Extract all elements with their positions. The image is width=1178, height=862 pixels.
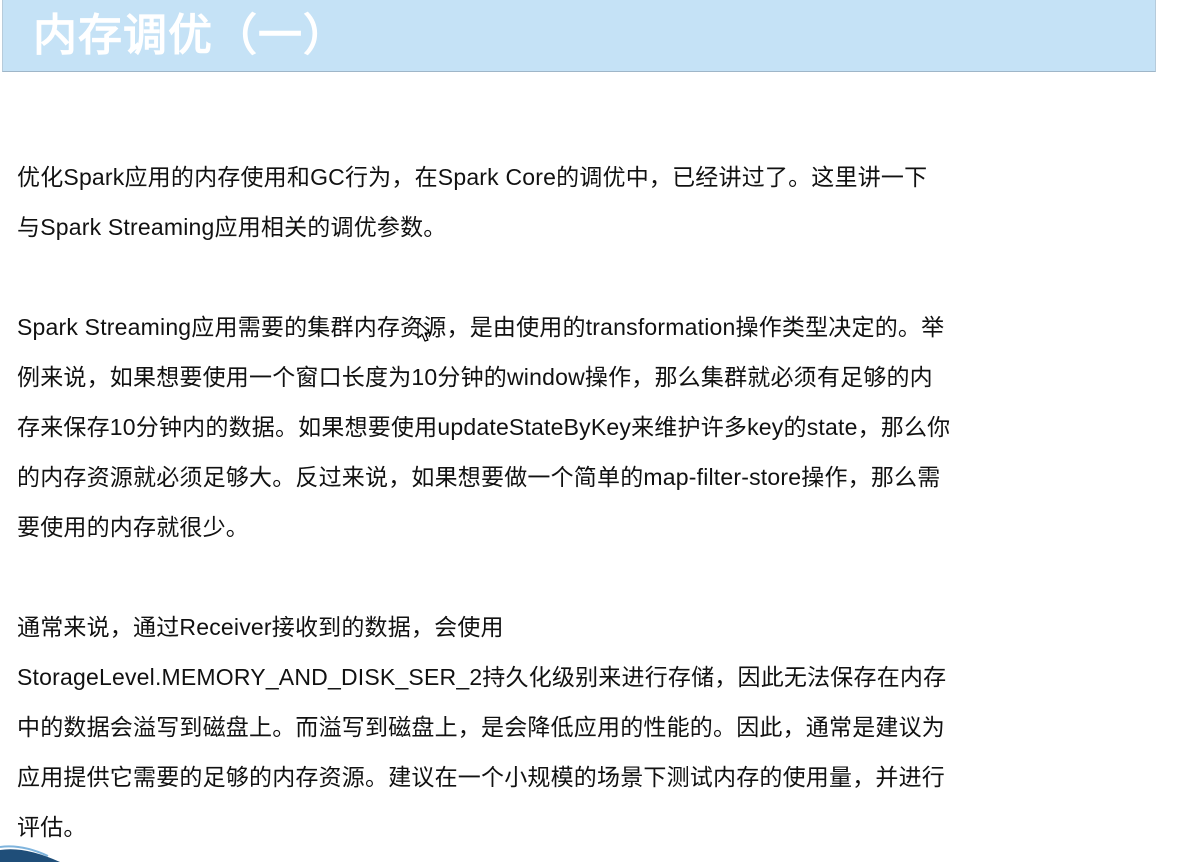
paragraph-line: 要使用的内存就很少。 xyxy=(17,514,249,540)
corner-swoosh-decoration xyxy=(0,845,60,862)
paragraph-line: 的内存资源就必须足够大。反过来说，如果想要做一个简单的map-filter-st… xyxy=(17,464,941,490)
paragraph-line: Spark Streaming应用需要的集群内存资源，是由使用的transfor… xyxy=(17,314,945,340)
paragraph-storage-level: 通常来说，通过Receiver接收到的数据，会使用 StorageLevel.M… xyxy=(17,602,1152,852)
paragraph-line: StorageLevel.MEMORY_AND_DISK_SER_2持久化级别来… xyxy=(17,664,947,690)
paragraph-line: 存来保存10分钟内的数据。如果想要使用updateStateByKey来维护许多… xyxy=(17,414,951,440)
mouse-pointer-icon xyxy=(417,321,431,342)
paragraph-intro: 优化Spark应用的内存使用和GC行为，在Spark Core的调优中，已经讲过… xyxy=(17,152,1152,252)
paragraph-line: 例来说，如果想要使用一个窗口长度为10分钟的window操作，那么集群就必须有足… xyxy=(17,364,933,390)
paragraph-line: 与Spark Streaming应用相关的调优参数。 xyxy=(17,214,447,240)
slide-title-bar: 内存调优（一） xyxy=(2,0,1156,72)
paragraph-line: 优化Spark应用的内存使用和GC行为，在Spark Core的调优中，已经讲过… xyxy=(17,164,928,190)
paragraph-line: 应用提供它需要的足够的内存资源。建议在一个小规模的场景下测试内存的使用量，并进行 xyxy=(17,764,945,790)
slide-page: 内存调优（一） 优化Spark应用的内存使用和GC行为，在Spark Core的… xyxy=(0,0,1178,862)
paragraph-line: 中的数据会溢写到磁盘上。而溢写到磁盘上，是会降低应用的性能的。因此，通常是建议为 xyxy=(17,714,945,740)
paragraph-line: 评估。 xyxy=(17,814,87,840)
slide-body: 优化Spark应用的内存使用和GC行为，在Spark Core的调优中，已经讲过… xyxy=(17,152,1152,852)
slide-title: 内存调优（一） xyxy=(33,11,348,60)
paragraph-memory-resources: Spark Streaming应用需要的集群内存资源，是由使用的transfor… xyxy=(17,302,1152,552)
paragraph-line: 通常来说，通过Receiver接收到的数据，会使用 xyxy=(17,614,504,640)
